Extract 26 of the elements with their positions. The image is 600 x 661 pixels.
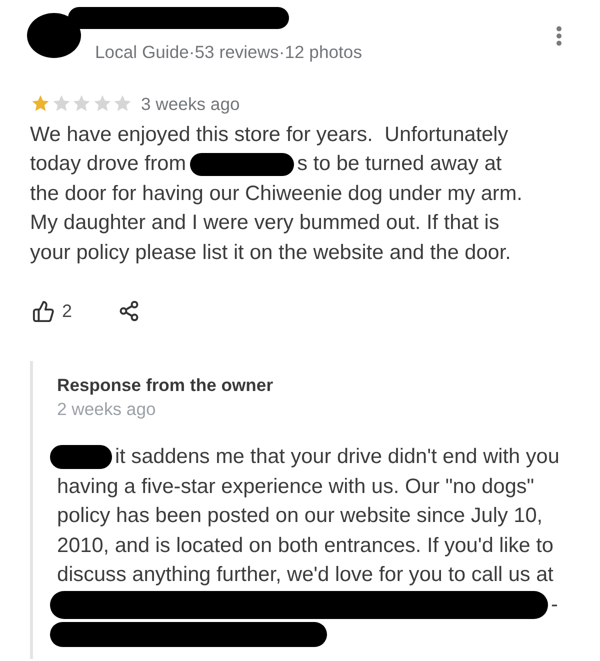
star-icon — [52, 94, 70, 113]
response-time: 2 weeks ago — [57, 398, 156, 420]
more-options-icon[interactable] — [556, 26, 562, 46]
star-icon — [31, 94, 50, 113]
thumbs-up-icon[interactable] — [32, 300, 55, 322]
reviewer-meta: Local Guide·53 reviews·12 photos — [95, 42, 362, 63]
review-text: the door for having our Chiweenie dog under my arm. — [30, 182, 522, 206]
reply-text: having a five-star experience with us. Our "no dogs" — [57, 474, 534, 499]
review-time: 3 weeks ago — [141, 94, 240, 114]
reply-text: policy has been posted on our website since July 10, — [57, 504, 543, 528]
review-text: your policy please list it on the website and the door. — [30, 240, 511, 265]
star-icon — [72, 94, 91, 113]
star-icon — [92, 94, 112, 113]
review-text: We have enjoyed this store for years. Unfortunately — [30, 122, 508, 147]
reply-text: it saddens me that your drive didn't end with you — [115, 445, 560, 470]
share-icon[interactable] — [118, 300, 140, 322]
review-text: My daughter and I were very bummed out. If that is — [30, 211, 500, 236]
like-count: 2 — [62, 300, 72, 322]
reply-text: discuss anything further, we'd love for you to call us at — [57, 563, 554, 588]
reply-text: - — [551, 592, 558, 617]
redaction-mark — [50, 445, 112, 470]
reply-text: 2010, and is located on both entrances. If you'd like to — [57, 534, 554, 558]
response-title: Response from the owner — [57, 374, 274, 396]
star-icon — [113, 94, 132, 113]
review-text: today drove from — [30, 152, 186, 176]
review-text: s to be turned away at — [297, 152, 502, 176]
